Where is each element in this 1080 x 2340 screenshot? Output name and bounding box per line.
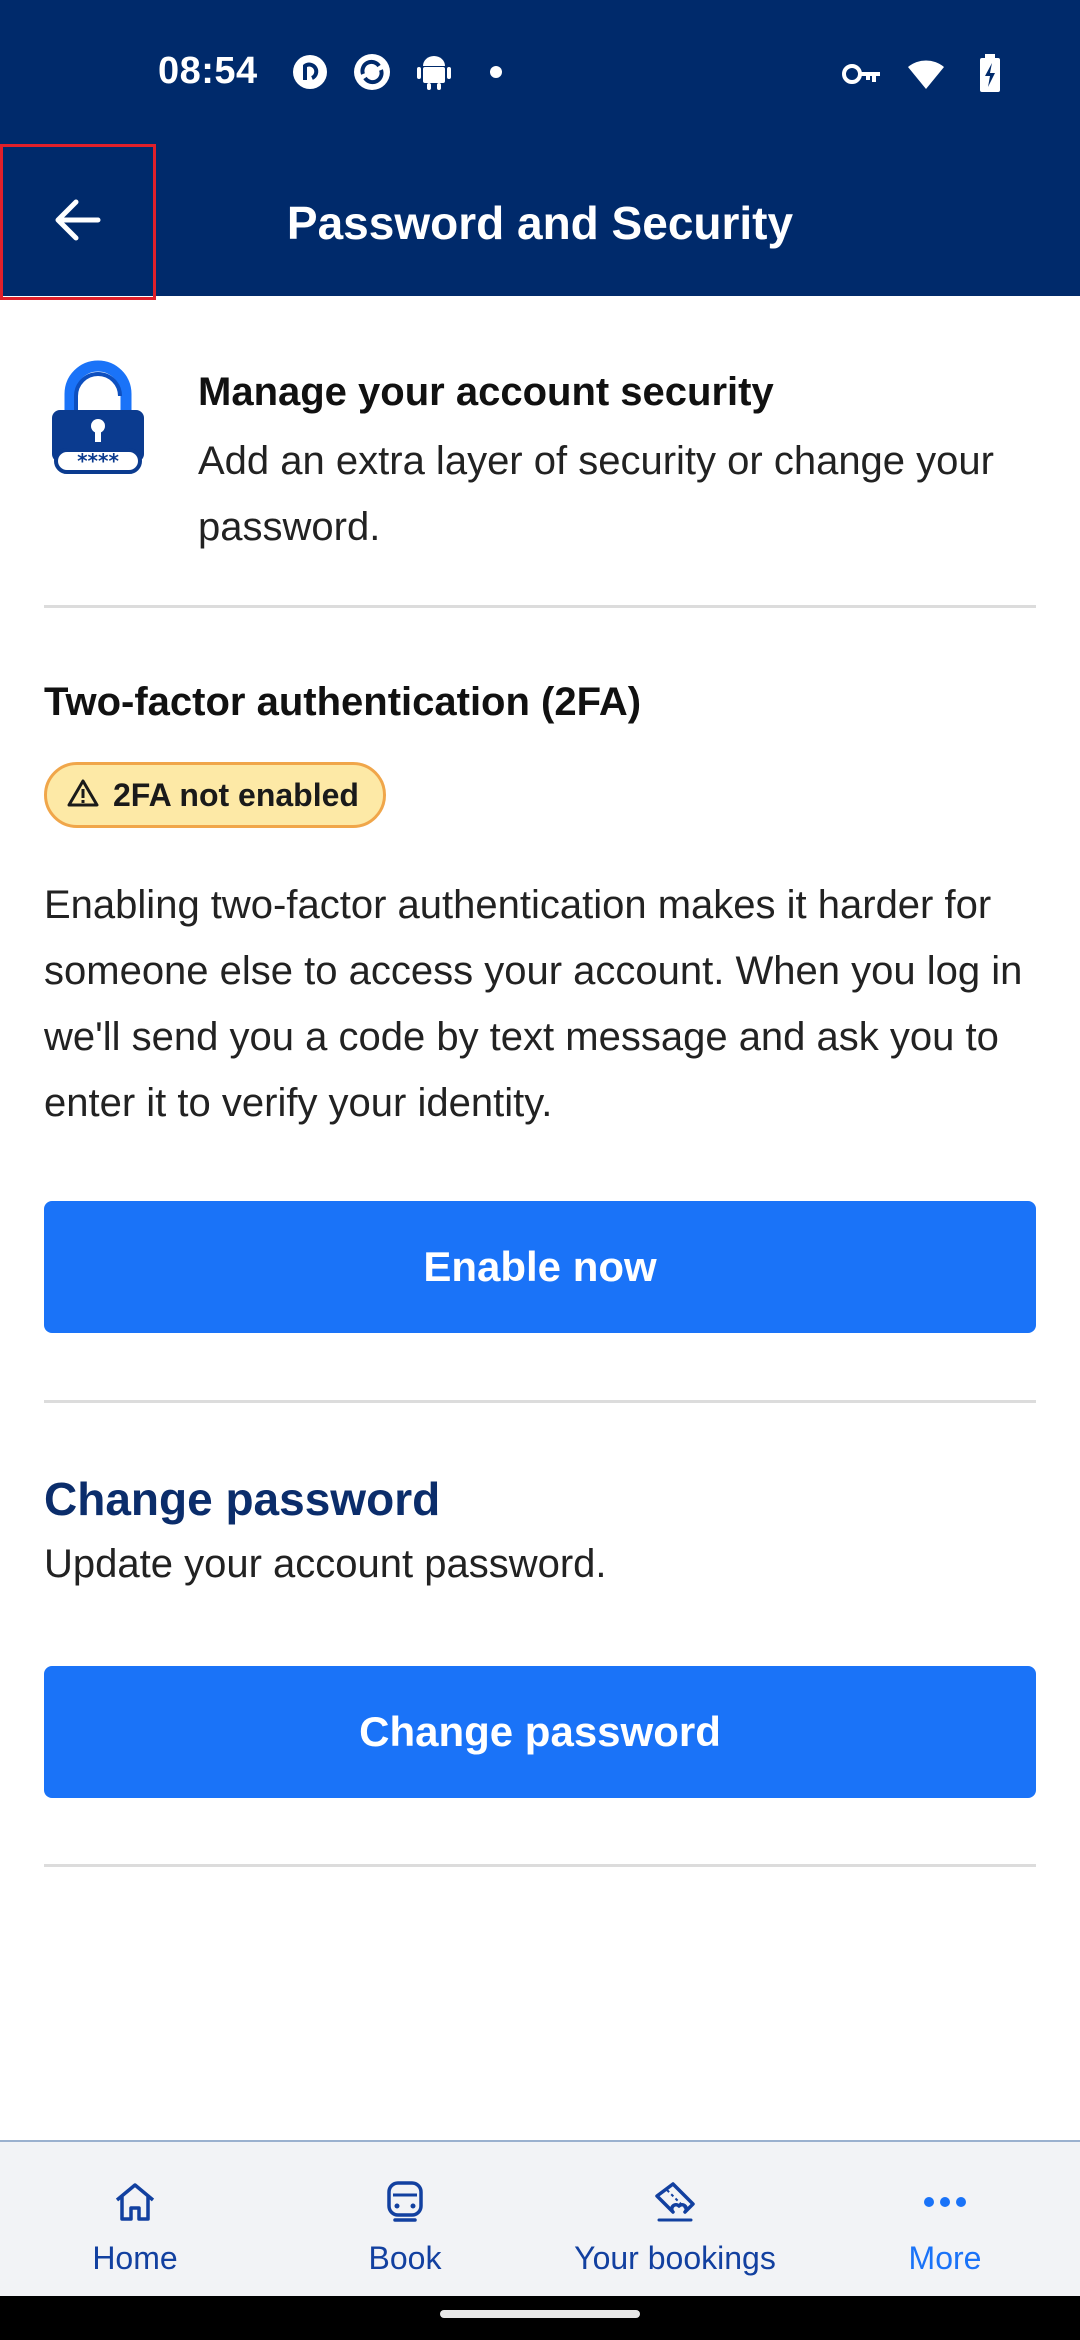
change-password-description: Update your account password. xyxy=(44,1542,607,1586)
change-password-button[interactable]: Change password xyxy=(44,1666,1036,1798)
divider xyxy=(44,1864,1036,1867)
warning-triangle-icon xyxy=(67,778,99,813)
intro-title: Manage your account security xyxy=(198,370,774,414)
nav-item-home[interactable]: Home xyxy=(0,2142,270,2296)
change-password-title: Change password xyxy=(44,1473,441,1525)
status-bar: 08:54 xyxy=(0,0,1080,148)
status-badge-label: 2FA not enabled xyxy=(113,776,359,813)
status-badge: 2FA not enabled xyxy=(44,762,386,828)
two-factor-title: Two-factor authentication (2FA) xyxy=(44,680,642,724)
svg-text:****: **** xyxy=(77,449,119,473)
divider xyxy=(44,605,1036,608)
ticket-icon xyxy=(651,2178,699,2226)
nav-item-more[interactable]: More xyxy=(810,2142,1080,2296)
padlock-password-icon: **** xyxy=(48,360,148,476)
train-icon xyxy=(381,2178,429,2226)
notification-dot-icon xyxy=(476,52,516,92)
status-icons-left xyxy=(290,52,516,92)
page-title: Password and Security xyxy=(286,197,794,249)
status-icons-right xyxy=(842,54,1010,94)
nav-item-your-bookings[interactable]: Your bookings xyxy=(540,2142,810,2296)
battery-charging-icon xyxy=(970,54,1010,94)
enable-2fa-button[interactable]: Enable now xyxy=(44,1201,1036,1333)
two-factor-description: Enabling two-factor authentication makes… xyxy=(44,883,1023,1125)
nav-label-your-bookings: Your bookings xyxy=(574,2240,776,2276)
nav-label-more: More xyxy=(908,2240,982,2276)
gesture-bar xyxy=(0,2296,1080,2340)
nav-label-book: Book xyxy=(368,2240,442,2276)
android-icon xyxy=(414,52,454,92)
wifi-icon xyxy=(906,54,946,94)
app-bar: Password and Security xyxy=(0,144,1080,300)
intro-description: Add an extra layer of security or change… xyxy=(198,439,994,549)
home-icon xyxy=(111,2178,159,2226)
home-gesture-handle[interactable] xyxy=(440,2310,640,2318)
pocket-casts-icon xyxy=(290,52,330,92)
security-intro: **** Manage your account security Add an… xyxy=(44,360,1036,606)
vpn-key-icon xyxy=(842,54,882,94)
more-dots-icon xyxy=(921,2178,969,2226)
nav-label-home: Home xyxy=(92,2240,178,2276)
divider xyxy=(44,1400,1036,1403)
browser-sync-icon xyxy=(352,52,392,92)
status-time: 08:54 xyxy=(158,50,258,92)
bottom-navigation: Home Book Your bookings More xyxy=(0,2140,1080,2296)
nav-item-book[interactable]: Book xyxy=(270,2142,540,2296)
